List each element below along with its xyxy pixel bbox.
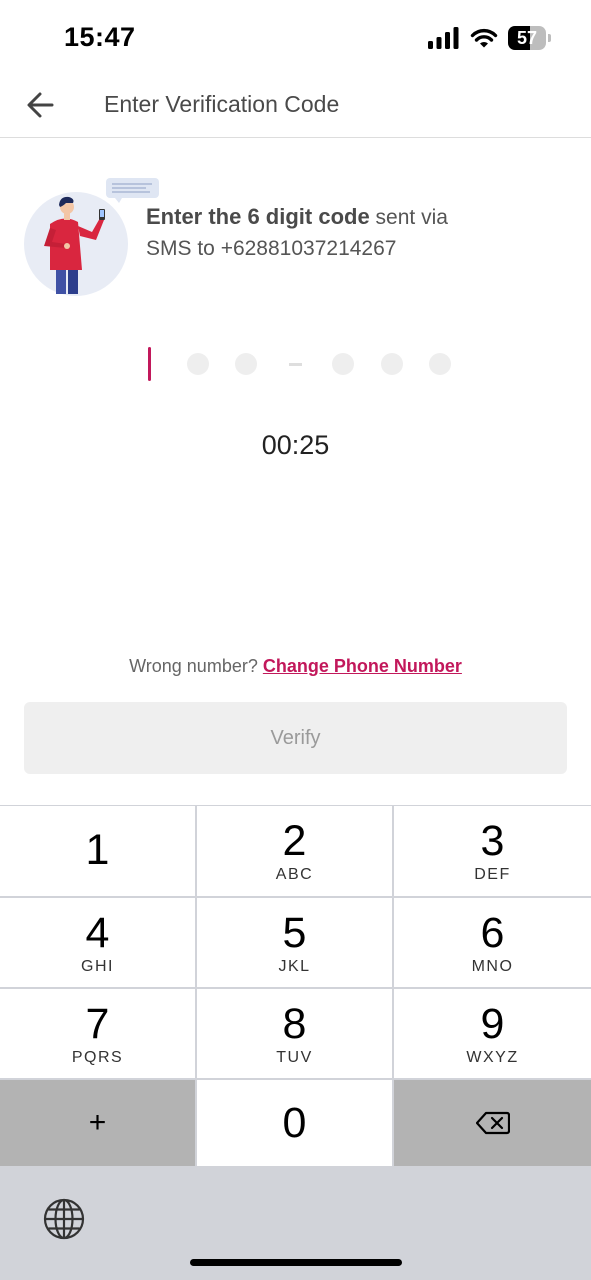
battery-icon: 57 — [508, 26, 546, 50]
key-7[interactable]: 7 PQRS — [0, 989, 195, 1078]
key-letters: ABC — [275, 866, 314, 883]
key-letters: WXYZ — [466, 1048, 519, 1066]
key-digit: 2 — [282, 817, 307, 865]
key-6[interactable]: 6 MNO — [394, 898, 591, 987]
key-9[interactable]: 9 WXYZ — [394, 989, 591, 1078]
back-button[interactable] — [22, 88, 60, 122]
status-bar: 15:47 57 — [0, 0, 591, 80]
intro-bold-text: Enter the 6 digit code — [146, 204, 370, 229]
wrong-number-label: Wrong number? — [129, 656, 258, 676]
key-plus[interactable]: + — [0, 1080, 195, 1166]
digit-slot-3 — [235, 353, 257, 375]
intro-sms-to: SMS to +62881037214267 — [146, 237, 397, 260]
signal-icon — [428, 27, 459, 49]
key-2[interactable]: 2 ABC — [197, 806, 392, 896]
key-delete[interactable] — [394, 1080, 591, 1166]
key-8[interactable]: 8 TUV — [197, 989, 392, 1078]
countdown-timer: 00:25 — [261, 430, 330, 460]
key-letters: JKL — [278, 957, 311, 975]
key-digit: 3 — [480, 817, 505, 865]
key-digit: 1 — [85, 826, 110, 874]
intro-text: Enter the 6 digit code sent via SMS to +… — [146, 201, 566, 264]
status-time: 15:47 — [64, 22, 136, 52]
key-0[interactable]: 0 — [197, 1080, 392, 1166]
key-digit: 6 — [480, 908, 505, 957]
key-letters: GHI — [81, 957, 114, 975]
status-icons: 57 — [428, 26, 551, 50]
key-digit: 5 — [282, 908, 307, 957]
verification-screen: 15:47 57 Enter Verification Code Enter t… — [0, 0, 591, 1280]
otp-code-input[interactable] — [0, 346, 591, 386]
key-1[interactable]: 1 — [0, 806, 195, 896]
digit-separator — [289, 363, 302, 366]
battery-percent: 57 — [516, 27, 538, 48]
key-letters: MNO — [471, 957, 514, 975]
text-cursor — [148, 347, 151, 381]
sms-person-illustration — [24, 178, 159, 296]
key-4[interactable]: 4 GHI — [0, 898, 195, 987]
key-digit: 0 — [282, 1099, 307, 1147]
wifi-icon — [470, 28, 498, 48]
key-digit: + — [88, 1106, 107, 1139]
wrong-number-row: Wrong number? Change Phone Number — [0, 656, 591, 677]
page-title: Enter Verification Code — [104, 91, 340, 117]
intro-sent-via: sent via — [369, 206, 448, 229]
change-phone-link[interactable]: Change Phone Number — [263, 656, 462, 676]
arrow-left-icon — [27, 92, 54, 118]
key-letters: DEF — [474, 866, 511, 883]
verify-button[interactable]: Verify — [24, 702, 567, 774]
key-3[interactable]: 3 DEF — [394, 806, 591, 896]
key-5[interactable]: 5 JKL — [197, 898, 392, 987]
digit-slot-5 — [381, 353, 403, 375]
key-letters: TUV — [276, 1048, 313, 1066]
key-digit: 7 — [85, 999, 110, 1048]
digit-slot-4 — [332, 353, 354, 375]
key-digit: 4 — [85, 908, 110, 957]
home-indicator — [190, 1259, 402, 1266]
digit-slot-6 — [429, 353, 451, 375]
globe-icon[interactable] — [42, 1197, 86, 1241]
app-header: Enter Verification Code — [0, 70, 591, 138]
key-letters: PQRS — [71, 1048, 124, 1066]
key-digit: 8 — [282, 999, 307, 1048]
key-digit: 9 — [480, 999, 505, 1048]
battery-cap — [548, 34, 551, 42]
digit-slot-2 — [187, 353, 209, 375]
backspace-icon — [475, 1111, 510, 1135]
